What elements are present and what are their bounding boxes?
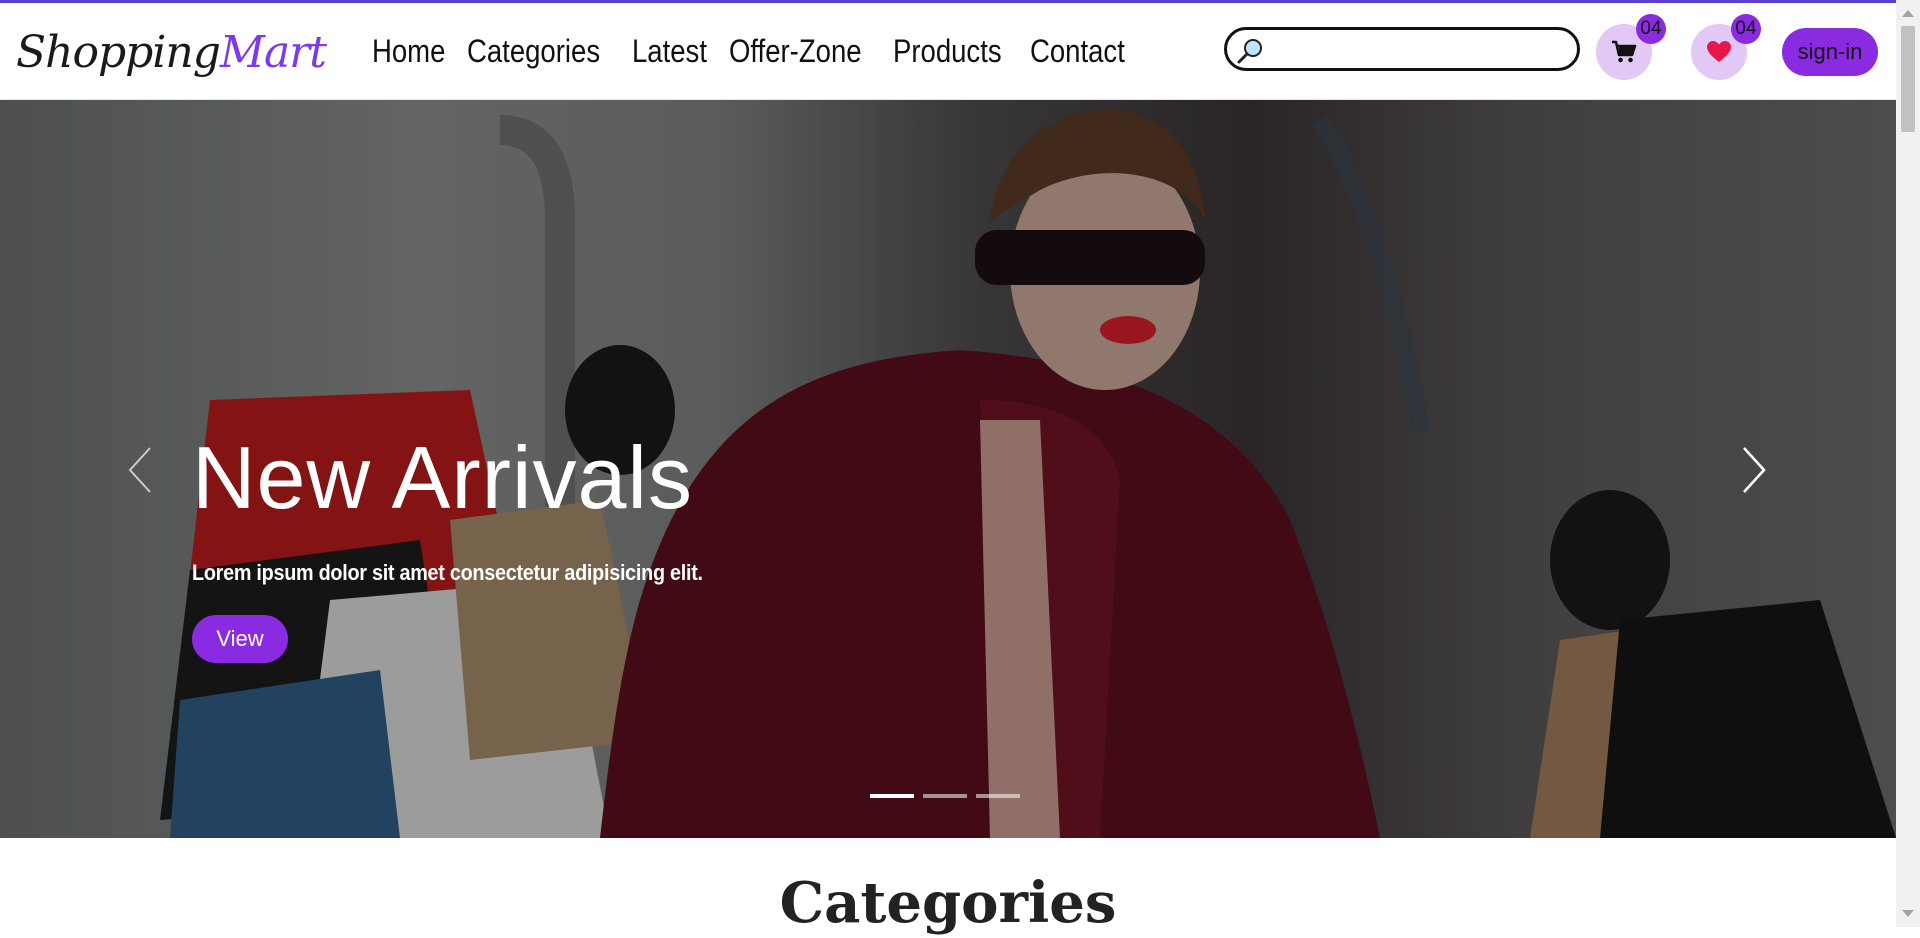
scroll-down-arrow-icon[interactable] — [1902, 910, 1914, 917]
main-nav: Home Categories Latest Offer-Zone Produc… — [372, 31, 1126, 71]
nav-link-home[interactable]: Home — [372, 31, 445, 71]
logo-text-shopping: Shopping — [16, 27, 221, 78]
search-box — [1224, 27, 1580, 71]
search-icon[interactable] — [1235, 36, 1265, 66]
carousel-indicator-1[interactable] — [870, 794, 914, 798]
carousel-next-arrow-icon[interactable] — [1732, 442, 1772, 498]
hero-title: New Arrivals — [192, 428, 693, 527]
categories-section-title: Categories — [779, 870, 1117, 936]
wishlist-button[interactable]: 04 — [1691, 14, 1761, 80]
heart-icon — [1707, 41, 1731, 62]
sign-in-button[interactable]: sign-in — [1782, 28, 1878, 76]
nav-link-categories[interactable]: Categories — [467, 31, 600, 71]
scrollbar-thumb[interactable] — [1901, 26, 1915, 132]
nav-link-products[interactable]: Products — [893, 31, 1002, 71]
nav-link-contact[interactable]: Contact — [1030, 31, 1125, 71]
wishlist-count-badge: 04 — [1731, 14, 1761, 44]
carousel-indicator-3[interactable] — [976, 794, 1020, 798]
scroll-up-arrow-icon[interactable] — [1902, 10, 1914, 17]
carousel-indicators — [870, 794, 1020, 798]
carousel-prev-arrow-icon[interactable] — [122, 442, 162, 498]
page-scrollbar[interactable] — [1896, 0, 1920, 927]
hero-view-button[interactable]: View — [192, 615, 288, 663]
cart-count-badge: 04 — [1636, 14, 1666, 44]
nav-link-latest[interactable]: Latest — [632, 31, 707, 71]
hero-carousel: New Arrivals Lorem ipsum dolor sit amet … — [0, 100, 1896, 838]
carousel-indicator-2[interactable] — [923, 794, 967, 798]
site-header: ShoppingMart Home Categories Latest Offe… — [0, 3, 1896, 100]
cart-icon — [1612, 40, 1637, 63]
search-input[interactable] — [1271, 34, 1571, 66]
logo-text-mart: Mart — [219, 27, 327, 78]
nav-link-offer-zone[interactable]: Offer-Zone — [729, 31, 862, 71]
site-logo[interactable]: ShoppingMart — [16, 23, 327, 83]
cart-button[interactable]: 04 — [1596, 14, 1666, 80]
hero-description: Lorem ipsum dolor sit amet consectetur a… — [192, 560, 703, 585]
